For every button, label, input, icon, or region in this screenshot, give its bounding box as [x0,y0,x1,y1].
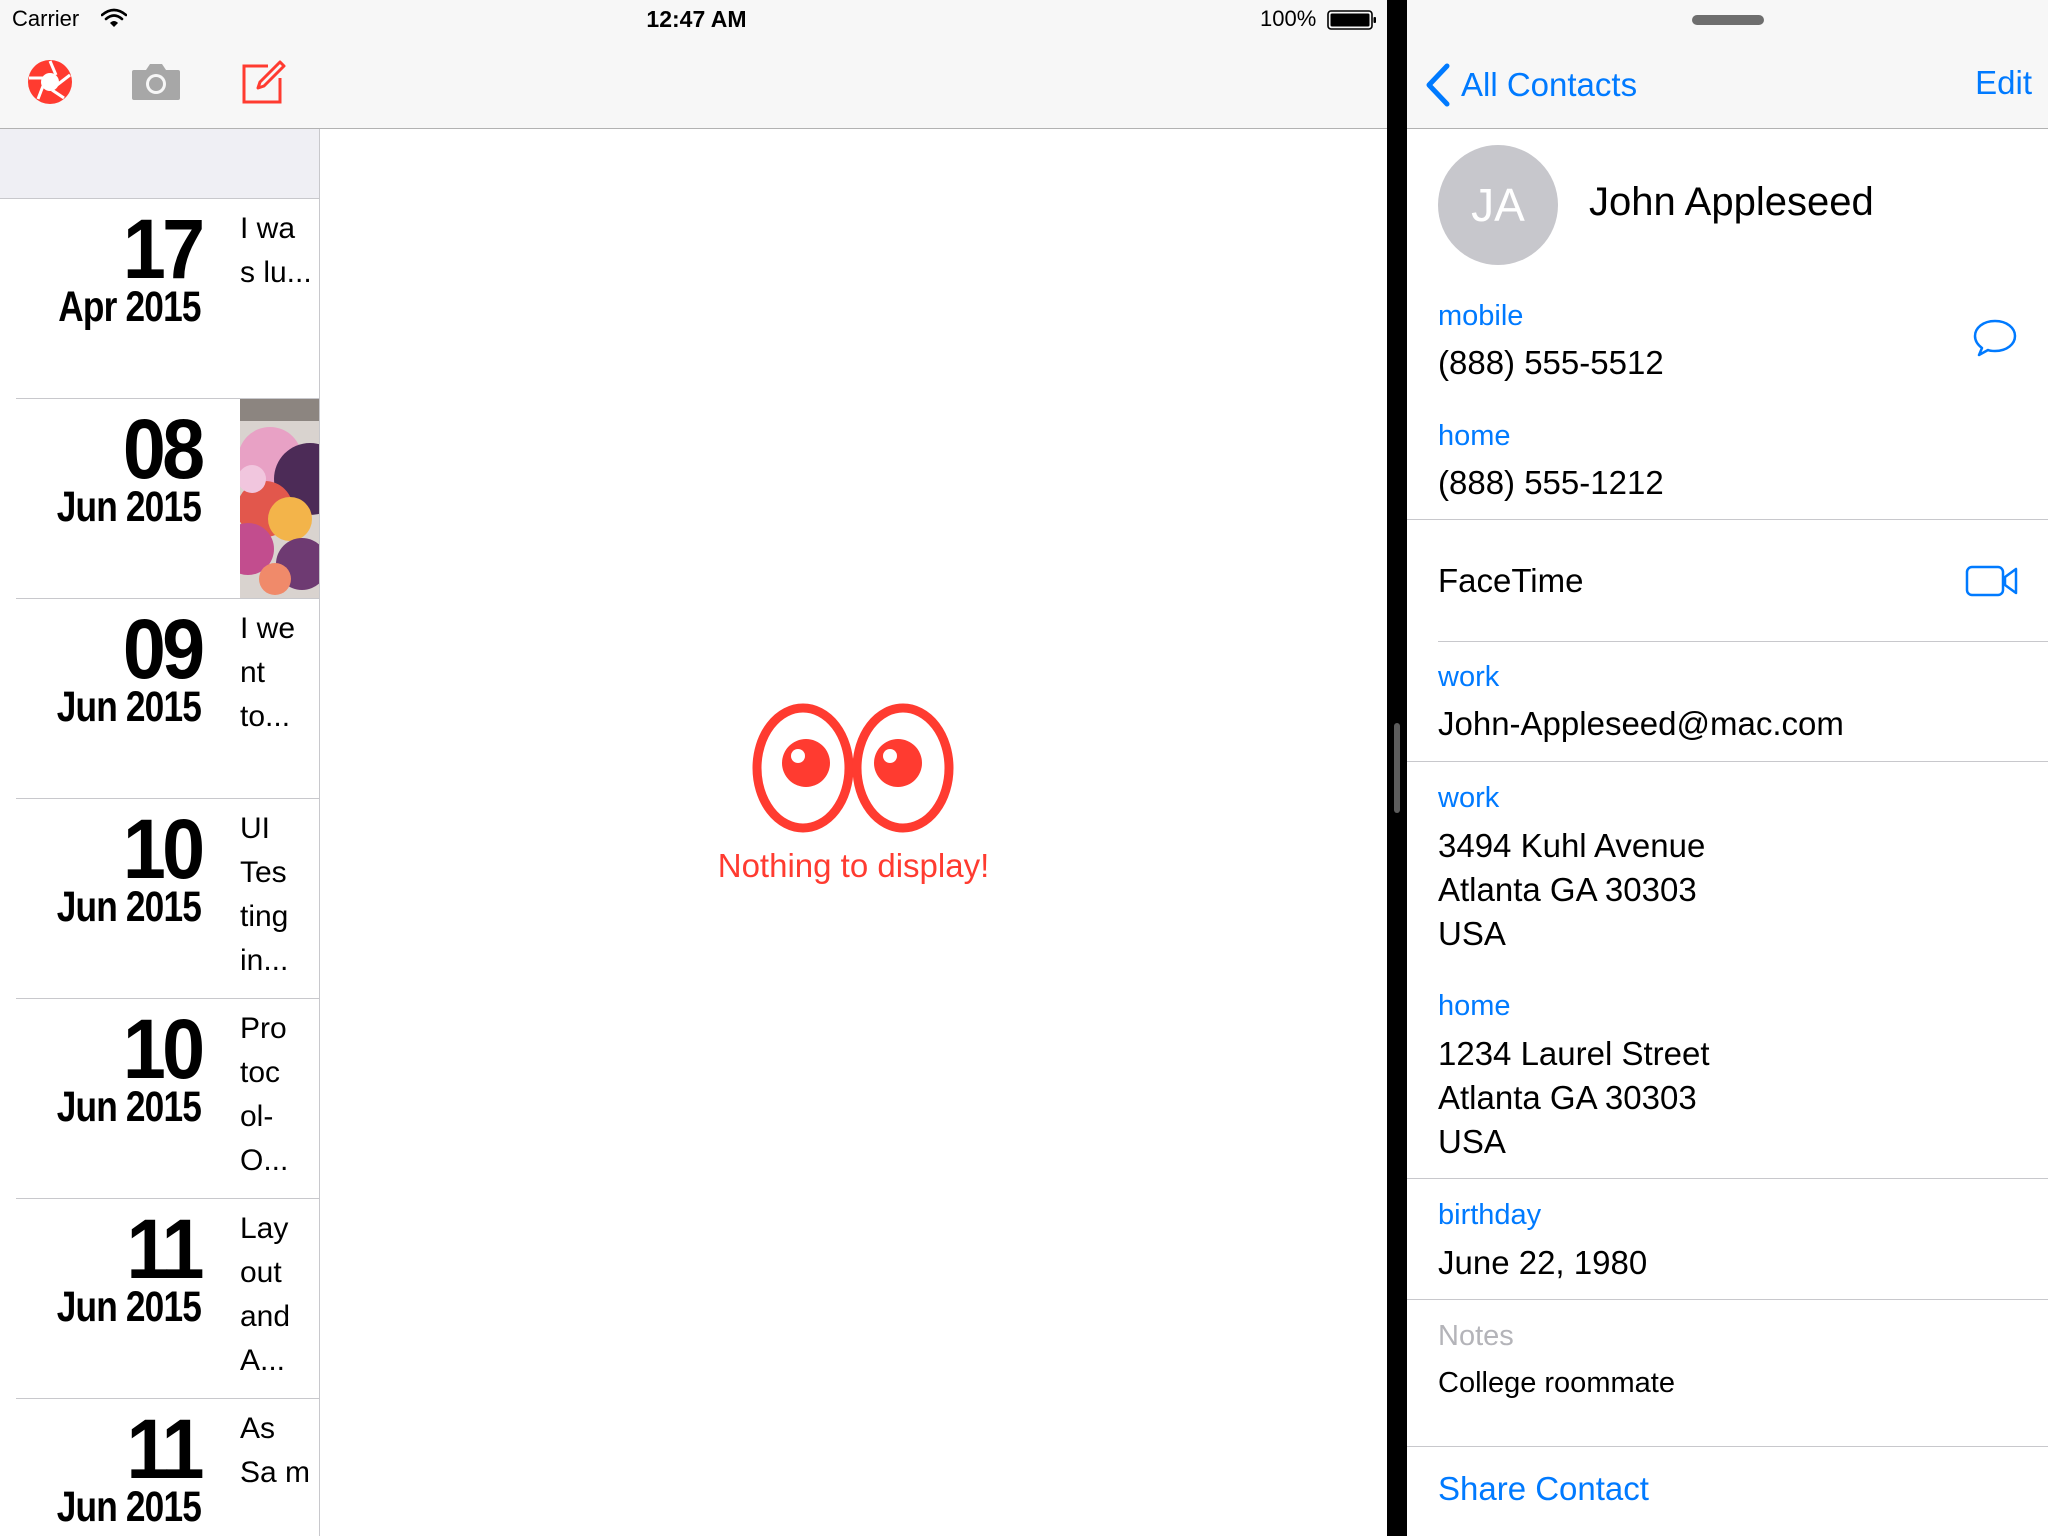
entry-snippet: UI Tes ting in... [240,812,289,977]
split-view-handle[interactable] [1394,723,1400,813]
entry-month-year: Jun 2015 [56,883,202,931]
navigation-bar: All Contacts Edit [1407,0,2048,129]
back-button-label: All Contacts [1461,66,1638,103]
edit-button[interactable]: Edit [1975,64,2032,102]
address-line: Atlanta GA 30303 [1438,871,1697,908]
journal-entry[interactable]: 10 Jun 2015 UI Tes ting in... [0,799,319,999]
avatar: JA [1438,145,1558,265]
camera-icon [132,64,180,100]
split-view-divider[interactable] [1387,0,1407,1536]
home-address-label: home [1438,990,1511,1022]
email-label: work [1438,661,1500,693]
status-time: 12:47 AM [646,6,747,32]
email-address[interactable]: John-Appleseed@mac.com [1438,702,1844,746]
home-phone-label: home [1438,420,1511,452]
entry-month-year: Jun 2015 [56,1083,202,1131]
entry-photo-thumbnail [240,399,319,598]
shutter-button[interactable] [24,56,76,108]
section-divider [1407,1299,2048,1300]
entry-snippet: I wa s lu... [240,212,312,289]
entry-snippet: Lay out and A... [240,1212,291,1377]
camera-button[interactable] [130,56,182,108]
journal-entry[interactable]: 09 Jun 2015 I we nt to... [0,599,319,799]
birthday-label: birthday [1438,1199,1542,1231]
mobile-label: mobile [1438,300,1524,332]
address-line: 3494 Kuhl Avenue [1438,827,1706,864]
entry-day: 11 [126,1202,205,1296]
entry-month-year: Jun 2015 [56,483,202,531]
section-divider [1407,1446,2048,1447]
entry-day: 10 [122,802,204,896]
journal-entry[interactable]: 10 Jun 2015 Pro toc ol- O... [0,999,319,1199]
entry-month-year: Jun 2015 [56,683,202,731]
entry-day: 09 [122,602,204,696]
entry-month-year: Jun 2015 [56,1283,202,1331]
battery-percent: 100% [1260,6,1317,31]
compose-button[interactable] [238,56,290,108]
section-divider [1407,761,2048,762]
home-phone-number[interactable]: (888) 555-1212 [1438,461,1664,505]
address-line: USA [1438,915,1506,952]
message-bubble-icon[interactable] [1972,318,2018,358]
googly-eyes-icon [752,703,954,833]
entry-month-year: Jun 2015 [56,1483,202,1531]
slide-over-grabber[interactable] [1692,15,1764,25]
all-contacts-back-button[interactable]: All Contacts [1423,60,1637,110]
notes-text[interactable]: College roommate [1438,1367,1675,1400]
list-header [0,129,319,199]
video-camera-icon[interactable] [1965,564,2019,598]
journal-entry[interactable]: 08 Jun 2015 [0,399,319,599]
section-divider [1407,519,2048,520]
address-line: Atlanta GA 30303 [1438,1079,1697,1116]
journal-app: Carrier 12:47 AM 100% 17 Apr 2015 I wa s… [0,0,1387,1536]
battery-icon [1327,10,1376,30]
facetime-label: FaceTime [1438,562,1584,599]
compose-icon [242,60,286,104]
address-line: 1234 Laurel Street [1438,1035,1710,1072]
journal-entry[interactable]: 11 Jun 2015 As Sa m [0,1399,319,1536]
shutter-icon [28,60,72,104]
entry-day: 10 [122,1002,204,1096]
entry-day: 11 [126,1402,205,1496]
empty-state-message: Nothing to display! [717,847,990,884]
row-separator [1438,641,2048,642]
entry-snippet: As Sa m [240,1412,311,1489]
birthday-value: June 22, 1980 [1438,1244,1648,1281]
contacts-app: All Contacts Edit JA John Appleseed mobi… [1407,0,2048,1536]
journal-list: 17 Apr 2015 I wa s lu... 08 Jun 2015 09 … [0,129,320,1536]
contact-name: John Appleseed [1589,180,1874,224]
home-address[interactable]: 1234 Laurel Street Atlanta GA 30303 USA [1438,1032,1710,1164]
detail-pane: Nothing to display! [320,129,1387,1536]
entry-day: 08 [122,402,204,496]
journal-entry[interactable]: 11 Jun 2015 Lay out and A... [0,1199,319,1399]
notes-label: Notes [1438,1320,1514,1352]
share-contact-button[interactable]: Share Contact [1438,1470,1649,1508]
mobile-number[interactable]: (888) 555-5512 [1438,341,1664,385]
entry-day: 17 [122,202,204,296]
work-address[interactable]: 3494 Kuhl Avenue Atlanta GA 30303 USA [1438,824,1705,956]
status-bar: Carrier 12:47 AM 100% [0,0,1387,40]
avatar-initials: JA [1471,179,1525,231]
address-line: USA [1438,1123,1506,1160]
entry-month-year: Apr 2015 [58,283,202,331]
chevron-left-icon [1426,63,1450,107]
journal-entry[interactable]: 17 Apr 2015 I wa s lu... [0,199,319,399]
entry-snippet: Pro toc ol- O... [240,1012,289,1177]
entry-snippet: I we nt to... [240,612,296,733]
work-address-label: work [1438,782,1500,814]
section-divider [1407,1178,2048,1179]
